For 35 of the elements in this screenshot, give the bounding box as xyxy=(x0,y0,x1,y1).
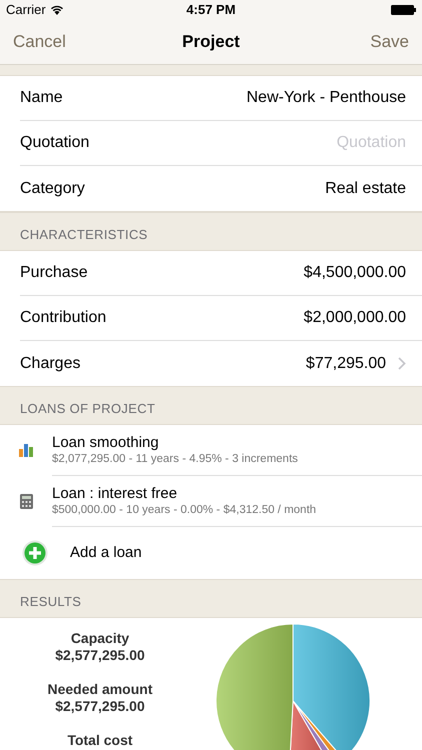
row-value: $4,500,000.00 xyxy=(304,263,406,283)
row-value: $2,000,000.00 xyxy=(304,308,406,328)
result-label: Total cost xyxy=(67,732,133,749)
row-label: Name xyxy=(20,88,63,108)
result-label: Capacity xyxy=(70,630,130,647)
loan-detail: $2,077,295.00 - 11 years - 4.95% - 3 increments xyxy=(52,452,299,467)
row-label: Contribution xyxy=(20,308,106,328)
result-value: $2,577,295.00 xyxy=(55,647,145,664)
loan-title[interactable]: Loan smoothing xyxy=(52,433,422,452)
row-value: Real estate xyxy=(325,178,406,198)
add-loan-button[interactable]: Add a loan xyxy=(70,542,142,564)
section-header: CHARACTERISTICS xyxy=(20,226,148,244)
nav-title: Project xyxy=(182,31,240,54)
section-header: RESULTS xyxy=(20,592,82,610)
row-label: Purchase xyxy=(20,263,88,283)
result-value: $2,577,295.00 xyxy=(55,698,145,715)
row-label: Quotation xyxy=(20,133,90,153)
result-label: Needed amount xyxy=(47,681,152,698)
cancel-button[interactable]: Cancel xyxy=(13,29,66,55)
row-value: $77,295.00 xyxy=(306,354,386,374)
calculator-icon xyxy=(20,494,32,509)
row-value: New-York - Penthouse xyxy=(246,88,406,108)
loan-detail: $500,000.00 - 10 years - 0.00% - $4,312.50 / month xyxy=(52,503,318,518)
row-label: Charges xyxy=(20,354,80,374)
add-icon[interactable] xyxy=(22,540,48,566)
battery-icon xyxy=(391,5,416,15)
wifi-icon xyxy=(50,5,64,15)
section-header: LOANS OF PROJECT xyxy=(20,400,156,418)
row-label: Category xyxy=(20,178,85,198)
status-time: 4:57 PM xyxy=(186,1,236,20)
save-button[interactable]: Save xyxy=(370,29,409,55)
input-field[interactable]: Quotation xyxy=(226,131,406,155)
bar-chart-icon xyxy=(19,444,33,457)
loan-title[interactable]: Loan : interest free xyxy=(52,484,422,503)
carrier-text: Carrier xyxy=(6,1,46,20)
